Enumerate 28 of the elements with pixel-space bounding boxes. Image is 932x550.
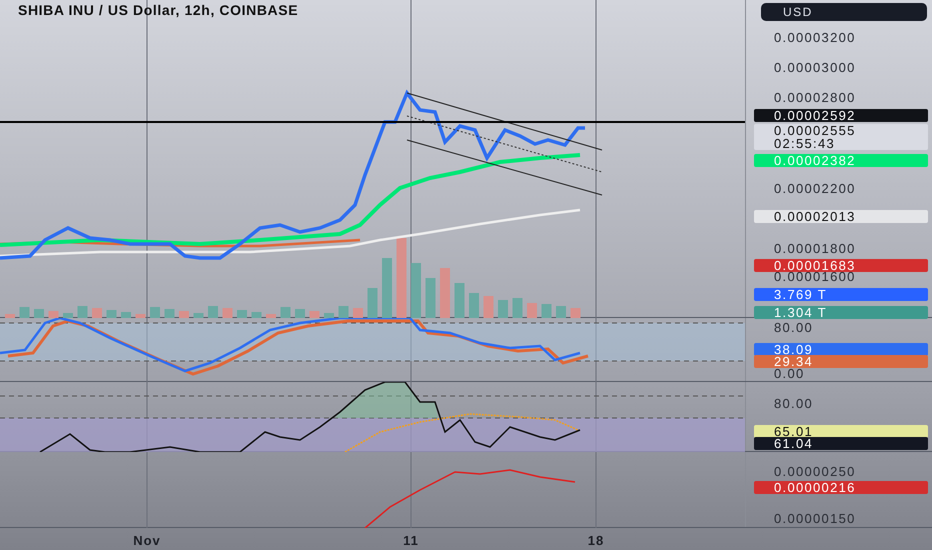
price-badge: 3.769 T: [754, 288, 928, 301]
price-badge: 65.01: [754, 425, 928, 438]
price-badge: 0.00002555 02:55:43: [754, 124, 928, 150]
price-badge: 0.00002592: [754, 109, 928, 122]
price-scale-label: 0.00001600: [774, 270, 856, 284]
price-scale-label: 0.00002800: [774, 91, 856, 105]
price-scale-label: 0.00003200: [774, 31, 856, 45]
currency-button[interactable]: USD: [761, 3, 927, 21]
price-scale-label: 0.00000150: [774, 512, 856, 526]
price-scale-label: 0.00: [774, 367, 805, 381]
time-scale-label: 11: [403, 533, 419, 548]
price-scale-label: 80.00: [774, 397, 814, 411]
price-scale-label: 80.00: [774, 321, 814, 335]
price-badge: 29.34: [754, 355, 928, 368]
price-scale-label: 0.00003000: [774, 61, 856, 75]
price-badge: 0.00001683: [754, 259, 928, 272]
price-scale-label: 0.00001800: [774, 242, 856, 256]
chart-title: SHIBA INU / US Dollar, 12h, COINBASE: [18, 2, 298, 18]
price-badge: 1.304 T: [754, 306, 928, 319]
price-badge: 0.00000216: [754, 481, 928, 494]
price-badge: 38.09: [754, 343, 928, 356]
price-badge: 0.00002013: [754, 210, 928, 223]
price-scale-label: 0.00002200: [774, 182, 856, 196]
price-badge: 61.04: [754, 437, 928, 450]
time-scale-label: 18: [588, 533, 604, 548]
time-scale-label: Nov: [133, 533, 161, 548]
price-scale-label: 0.00000250: [774, 465, 856, 479]
price-badge: 0.00002382: [754, 154, 928, 167]
